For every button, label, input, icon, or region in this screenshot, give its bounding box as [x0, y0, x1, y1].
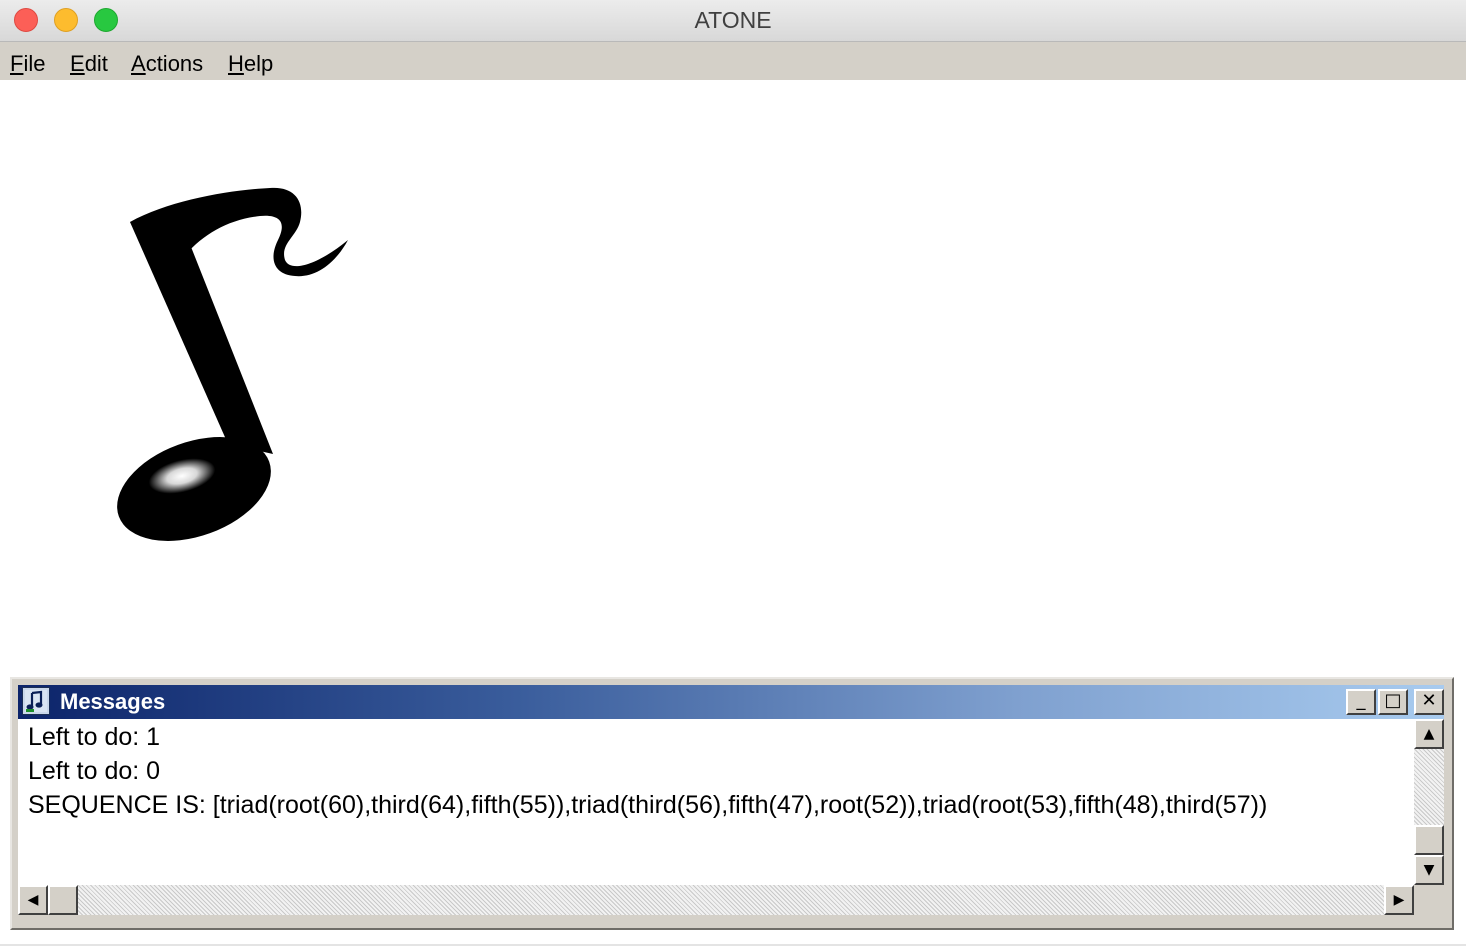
maximize-button[interactable]: □: [1378, 689, 1408, 715]
scroll-thumb[interactable]: [1414, 825, 1444, 855]
horizontal-scroll-thumb[interactable]: [48, 885, 78, 915]
horizontal-scrollbar[interactable]: ◀ ▶: [18, 885, 1414, 915]
scrollbar-corner: [1414, 885, 1444, 915]
messages-title: Messages: [60, 689, 166, 714]
scroll-down-button[interactable]: ▼: [1414, 855, 1444, 885]
vertical-scrollbar[interactable]: ▲ ▼: [1414, 719, 1444, 885]
minimize-button[interactable]: _: [1346, 689, 1376, 715]
menu-file-accel: F: [10, 51, 24, 76]
menu-actions-accel: A: [131, 51, 146, 76]
app-window: ATONE File Edit Actions Help Messages _ …: [0, 0, 1466, 944]
window-titlebar: ATONE: [0, 0, 1466, 42]
menubar: File Edit Actions Help: [0, 42, 1466, 80]
message-line: Left to do: 1: [28, 723, 161, 751]
scroll-left-button[interactable]: ◀: [18, 885, 48, 915]
menu-file[interactable]: File: [10, 51, 45, 77]
menu-help-label: elp: [243, 51, 274, 76]
messages-window: Messages _ □ ✕ Left to do: 1 Left to do:…: [10, 677, 1454, 930]
close-button[interactable]: ✕: [1414, 689, 1444, 715]
music-note-icon: [117, 187, 348, 541]
main-canvas: [0, 80, 1466, 676]
menu-edit-label: dit: [84, 51, 108, 76]
menu-help[interactable]: Help: [228, 51, 273, 77]
scroll-right-button[interactable]: ▶: [1384, 885, 1414, 915]
menu-edit[interactable]: Edit: [70, 51, 108, 77]
message-line: Left to do: 0: [28, 757, 161, 785]
menu-actions[interactable]: Actions: [131, 51, 203, 77]
app-icon[interactable]: [22, 687, 50, 715]
scroll-up-button[interactable]: ▲: [1414, 719, 1444, 749]
note-app-icon: [25, 690, 47, 712]
menu-actions-label: ctions: [145, 51, 204, 76]
messages-text-area[interactable]: Left to do: 1 Left to do: 0 SEQUENCE IS:…: [18, 719, 1414, 885]
message-line: SEQUENCE IS: [triad(root(60),third(64),f…: [28, 791, 1268, 819]
messages-titlebar[interactable]: Messages _ □ ✕: [18, 685, 1444, 719]
menu-help-accel: H: [228, 51, 244, 76]
window-title: ATONE: [694, 7, 772, 33]
menu-file-label: ile: [23, 51, 46, 76]
menu-edit-accel: E: [70, 51, 85, 76]
